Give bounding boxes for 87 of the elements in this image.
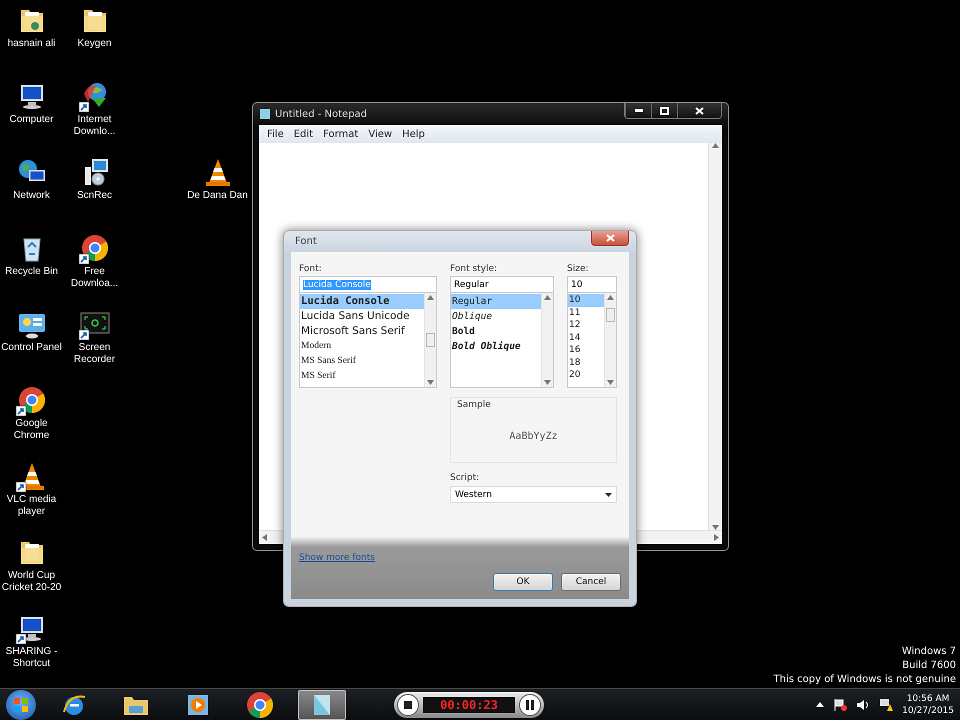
list-item[interactable]: Lucida Sans Unicode <box>300 309 424 324</box>
menu-item[interactable]: Edit <box>288 128 318 140</box>
ok-button[interactable]: OK <box>493 573 553 591</box>
icon-label: World Cup Cricket 20-20 <box>0 570 62 594</box>
speaker-icon[interactable] <box>856 698 870 710</box>
stop-icon <box>404 700 412 708</box>
clock[interactable]: 10:56 AM 10/27/2015 <box>902 692 954 716</box>
play-icon <box>186 692 210 716</box>
menu-item[interactable]: File <box>262 128 289 140</box>
notepad-icon <box>259 108 271 120</box>
list-item[interactable]: MS Serif <box>300 369 424 384</box>
list-item[interactable]: 16 <box>568 344 604 356</box>
list-item[interactable]: 14 <box>568 332 604 344</box>
cancel-button[interactable]: Cancel <box>561 573 621 591</box>
icon-label: Recycle Bin <box>4 266 59 278</box>
scroll-left-icon[interactable] <box>262 534 267 541</box>
flag-icon[interactable] <box>833 698 848 712</box>
sample-text: AaBbYyZz <box>509 430 558 442</box>
field-label: Font: <box>299 264 323 276</box>
icon-label: ScnRec <box>76 190 113 202</box>
icon-label: Keygen <box>76 38 112 50</box>
maximize-icon <box>660 106 669 114</box>
icon-label: Screen Recorder <box>72 342 116 366</box>
icon-label: Computer <box>8 114 54 126</box>
notice-text: This copy of Windows is not genuine <box>774 673 956 687</box>
list-item[interactable]: 12 <box>568 319 604 332</box>
scroll-down-icon[interactable] <box>427 380 434 385</box>
scrollbar-thumb[interactable] <box>426 333 435 347</box>
icon-label: De Dana Dan <box>186 190 249 202</box>
scroll-down-icon[interactable] <box>544 380 551 385</box>
icon-label: Control Panel <box>0 342 63 354</box>
scrollbar-thumb[interactable] <box>606 308 615 322</box>
style-input[interactable]: Regular <box>450 276 554 293</box>
scroll-down-icon[interactable] <box>607 380 614 385</box>
close-button[interactable] <box>677 103 721 118</box>
close-icon <box>695 106 704 114</box>
icon-label: Network <box>12 190 51 202</box>
field-label: Script: <box>450 473 480 485</box>
chrome-icon <box>247 692 273 718</box>
list-item[interactable]: Microsoft Sans Serif <box>300 324 424 339</box>
icon-label: SHARING - Shortcut <box>4 646 58 670</box>
list-item[interactable]: Oblique <box>451 309 541 324</box>
close-button[interactable] <box>591 231 629 246</box>
windows-logo-icon <box>13 696 29 712</box>
list-item[interactable]: 18 <box>568 356 604 369</box>
icon-label: Free Downloa... <box>70 266 120 290</box>
stop-button[interactable] <box>397 694 419 716</box>
recording-time: 00:00:23 <box>423 696 515 712</box>
scroll-up-icon[interactable] <box>607 295 614 300</box>
icon-label: VLC media player <box>6 494 58 518</box>
menu-item[interactable]: Help <box>397 128 430 140</box>
notice-text: Build 7600 <box>902 659 956 673</box>
list-item[interactable]: Regular <box>451 294 541 309</box>
show-hidden-icons-icon[interactable] <box>816 702 824 707</box>
icon-label: Google Chrome <box>12 418 50 442</box>
scroll-up-icon[interactable] <box>427 295 434 300</box>
scroll-right-icon[interactable] <box>714 534 719 541</box>
list-item[interactable]: 10 <box>568 294 604 306</box>
pause-icon <box>526 700 534 710</box>
window-title: Untitled - Notepad <box>275 108 368 120</box>
scroll-up-icon[interactable] <box>544 295 551 300</box>
start-button[interactable] <box>6 690 36 720</box>
dialog-title: Font <box>295 236 317 247</box>
notice-text: Windows 7 <box>902 645 956 659</box>
list-item[interactable]: Lucida Console <box>300 294 424 309</box>
minimize-button[interactable] <box>625 103 651 118</box>
pause-button[interactable] <box>519 694 541 716</box>
list-item[interactable]: Bold Oblique <box>451 339 541 354</box>
field-label: Font style: <box>450 264 498 276</box>
size-input[interactable]: 10 <box>567 276 617 293</box>
field-label: Size: <box>567 264 590 276</box>
network-warning-icon[interactable] <box>879 698 894 712</box>
list-item[interactable]: 11 <box>568 306 604 319</box>
close-icon <box>606 234 614 242</box>
list-item[interactable]: Modern <box>300 339 424 354</box>
list-item[interactable]: MS Sans Serif <box>300 354 424 369</box>
list-item[interactable]: 20 <box>568 369 604 382</box>
script-dropdown[interactable]: Western <box>450 486 617 503</box>
list-item[interactable]: Bold <box>451 324 541 339</box>
menu-item[interactable]: View <box>363 128 398 140</box>
menu-item[interactable]: Format <box>318 128 364 140</box>
icon-label: Internet Downlo... <box>72 114 116 138</box>
minimize-icon <box>634 109 642 112</box>
icon-label: hasnain ali <box>6 38 56 50</box>
maximize-button[interactable] <box>651 103 677 118</box>
dropdown-arrow-icon <box>605 492 612 496</box>
group-label: Sample <box>457 400 492 412</box>
